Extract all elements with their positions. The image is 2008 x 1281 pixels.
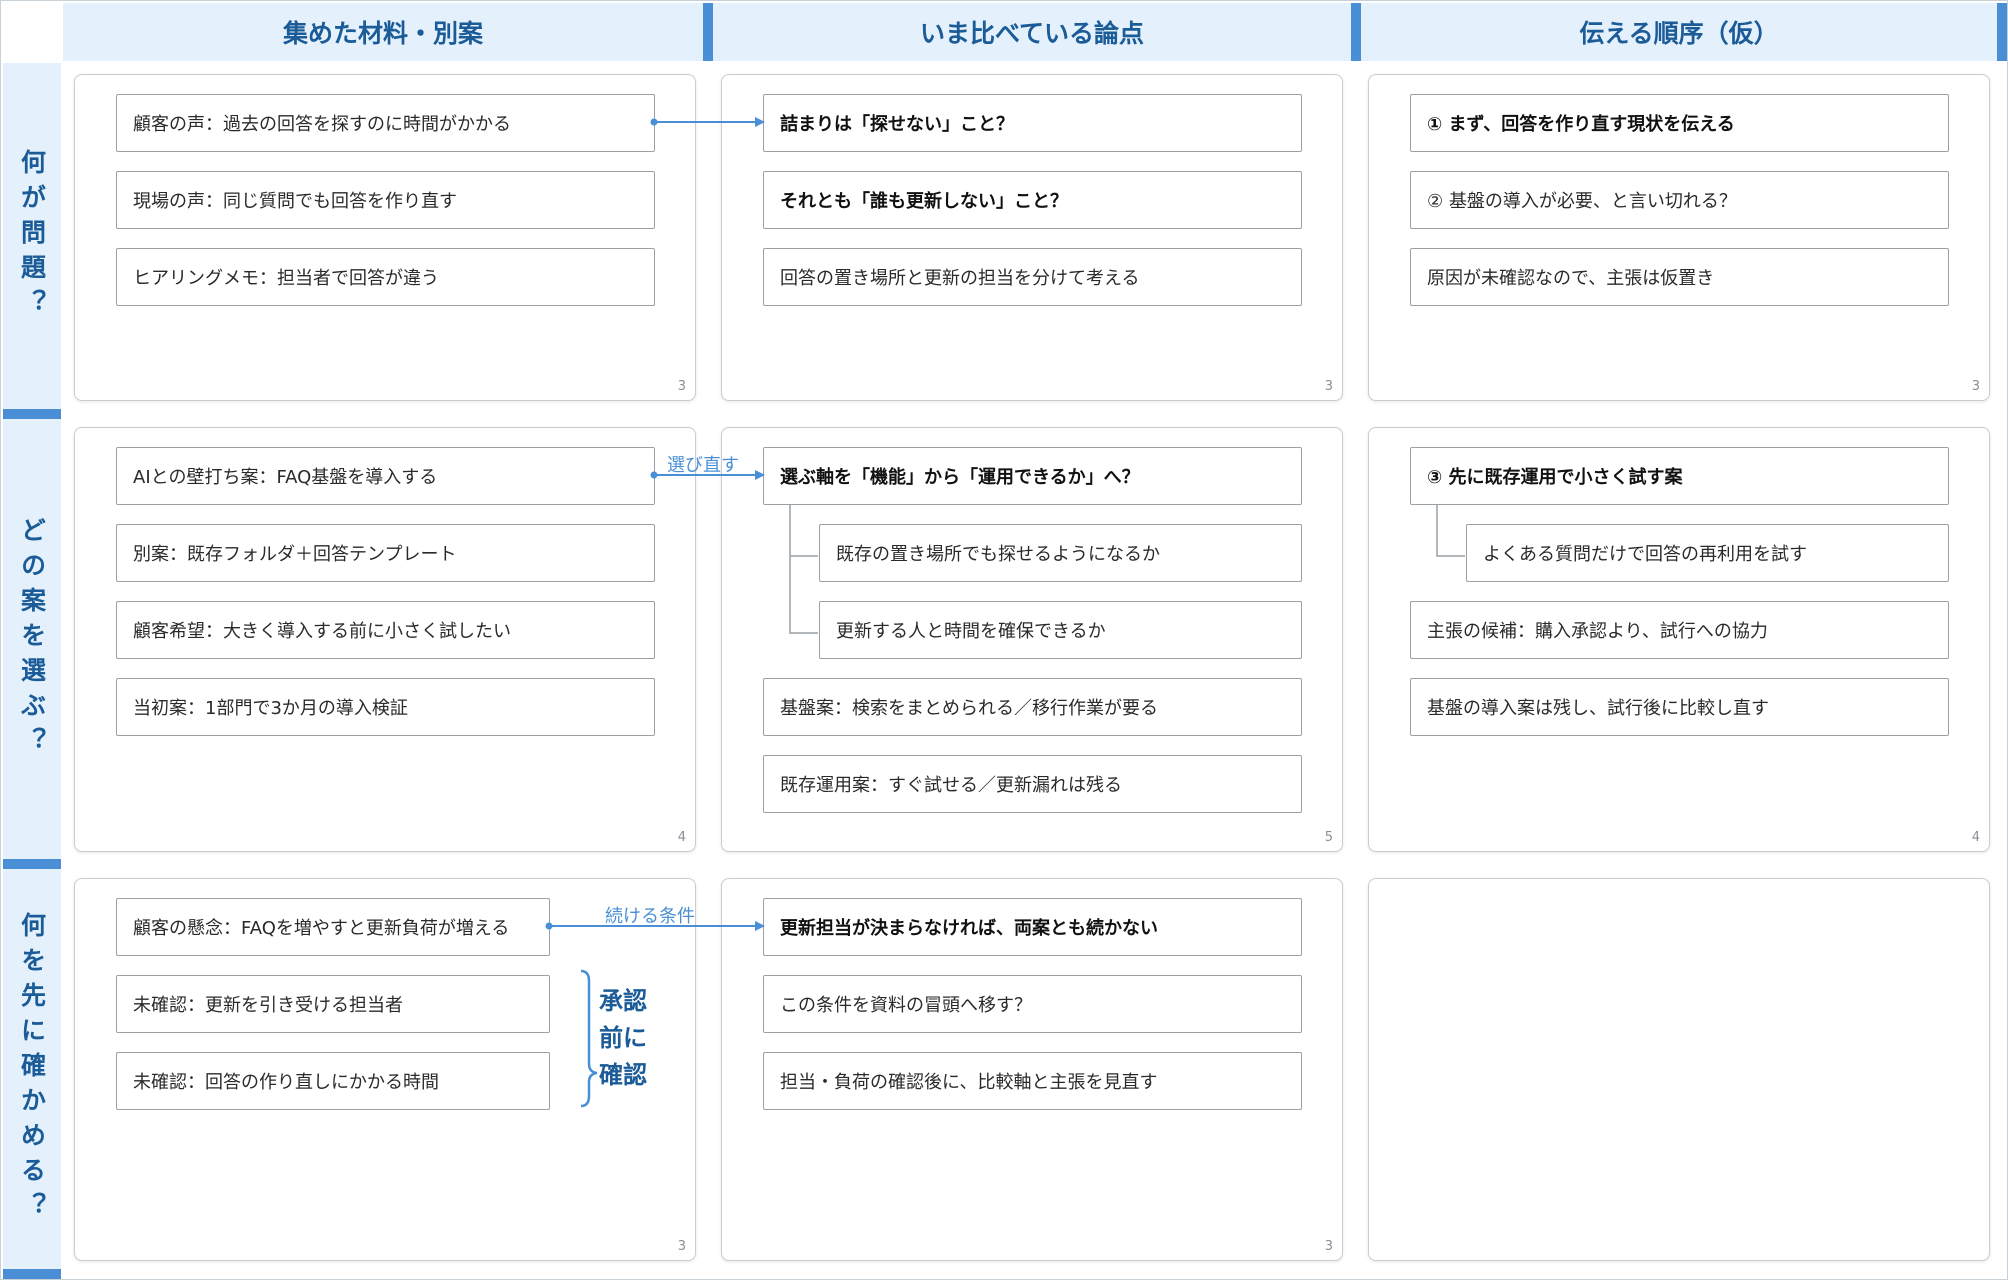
card[interactable]: 原因が未確認なので、主張は仮置き [1410, 248, 1949, 306]
card[interactable]: 主張の候補：購入承認より、試行への協力 [1410, 601, 1949, 659]
row-header-verify: 何を先に確かめる？ [3, 869, 61, 1279]
card[interactable]: 詰まりは「探せない」こと？ [763, 94, 1302, 152]
panel-verify-order-empty [1368, 878, 1990, 1261]
row-header-choice-label: どの案を選ぶ？ [17, 516, 47, 762]
card[interactable]: ③ 先に既存運用で小さく試す案 [1410, 447, 1949, 505]
approval-label-line: 前に [599, 1024, 647, 1052]
panel-choice-materials: AIとの壁打ち案：FAQ基盤を導入する 別案：既存フォルダ＋回答テンプレート 顧… [74, 427, 696, 852]
approval-label-line: 確認 [599, 1061, 647, 1089]
card[interactable]: 顧客の声：過去の回答を探すのに時間がかかる [116, 94, 655, 152]
row-header-choice: どの案を選ぶ？ [3, 419, 61, 869]
column-header-comparison: いま比べている論点 [713, 3, 1361, 61]
card[interactable]: ① まず、回答を作り直す現状を伝える [1410, 94, 1949, 152]
panel-choice-order: ③ 先に既存運用で小さく試す案 よくある質問だけで回答の再利用を試す 主張の候補… [1368, 427, 1990, 852]
approval-label: 承認 前に 確認 [599, 983, 647, 1094]
card[interactable]: 未確認：更新を引き受ける担当者 [116, 975, 550, 1033]
card[interactable]: 当初案：1部門で3か月の導入検証 [116, 678, 655, 736]
card-count: 3 [1971, 379, 1980, 394]
approval-label-line: 承認 [599, 987, 647, 1015]
row-header-problem: 何が問題？ [3, 63, 61, 419]
card-count: 3 [677, 1239, 686, 1254]
card[interactable]: 顧客希望：大きく導入する前に小さく試したい [116, 601, 655, 659]
card-count: 3 [1324, 379, 1333, 394]
card[interactable]: この条件を資料の冒頭へ移す？ [763, 975, 1302, 1033]
card-count: 5 [1324, 830, 1333, 845]
card-count: 4 [677, 830, 686, 845]
panel-problem-order: ① まず、回答を作り直す現状を伝える ② 基盤の導入が必要、と言い切れる？ 原因… [1368, 74, 1990, 401]
card[interactable]: 顧客の懸念：FAQを増やすと更新負荷が増える [116, 898, 550, 956]
card[interactable]: 既存運用案：すぐ試せる／更新漏れは残る [763, 755, 1302, 813]
card[interactable]: 別案：既存フォルダ＋回答テンプレート [116, 524, 655, 582]
card[interactable]: ヒアリングメモ：担当者で回答が違う [116, 248, 655, 306]
card[interactable]: 選ぶ軸を「機能」から「運用できるか」へ？ [763, 447, 1302, 505]
panel-problem-materials: 顧客の声：過去の回答を探すのに時間がかかる 現場の声：同じ質問でも回答を作り直す… [74, 74, 696, 401]
card[interactable]: よくある質問だけで回答の再利用を試す [1466, 524, 1949, 582]
card-count: 3 [677, 379, 686, 394]
panel-verify-comparison: 更新担当が決まらなければ、両案とも続かない この条件を資料の冒頭へ移す？ 担当・… [721, 878, 1343, 1261]
card[interactable]: 既存の置き場所でも探せるようになるか [819, 524, 1302, 582]
column-header-order: 伝える順序（仮） [1361, 3, 2007, 61]
connector-label-rechoose: 選び直す [667, 455, 739, 476]
card[interactable]: 担当・負荷の確認後に、比較軸と主張を見直す [763, 1052, 1302, 1110]
card[interactable]: 現場の声：同じ質問でも回答を作り直す [116, 171, 655, 229]
panel-choice-comparison: 選ぶ軸を「機能」から「運用できるか」へ？ 既存の置き場所でも探せるようになるか … [721, 427, 1343, 852]
card[interactable]: 回答の置き場所と更新の担当を分けて考える [763, 248, 1302, 306]
card-count: 4 [1971, 830, 1980, 845]
card[interactable]: 基盤案：検索をまとめられる／移行作業が要る [763, 678, 1302, 736]
card[interactable]: 基盤の導入案は残し、試行後に比較し直す [1410, 678, 1949, 736]
panel-problem-comparison: 詰まりは「探せない」こと？ それとも「誰も更新しない」こと？ 回答の置き場所と更… [721, 74, 1343, 401]
card[interactable]: 未確認：回答の作り直しにかかる時間 [116, 1052, 550, 1110]
column-header-materials: 集めた材料・別案 [63, 3, 713, 61]
row-header-verify-label: 何を先に確かめる？ [17, 911, 47, 1227]
card[interactable]: それとも「誰も更新しない」こと？ [763, 171, 1302, 229]
matrix-board: 集めた材料・別案 いま比べている論点 伝える順序（仮） 何が問題？ どの案を選ぶ… [0, 0, 2008, 1280]
card-count: 3 [1324, 1239, 1333, 1254]
card[interactable]: 更新する人と時間を確保できるか [819, 601, 1302, 659]
row-header-problem-label: 何が問題？ [17, 148, 47, 324]
card[interactable]: AIとの壁打ち案：FAQ基盤を導入する [116, 447, 655, 505]
card[interactable]: 更新担当が決まらなければ、両案とも続かない [763, 898, 1302, 956]
card[interactable]: ② 基盤の導入が必要、と言い切れる？ [1410, 171, 1949, 229]
connector-label-condition: 続ける条件 [605, 906, 695, 927]
